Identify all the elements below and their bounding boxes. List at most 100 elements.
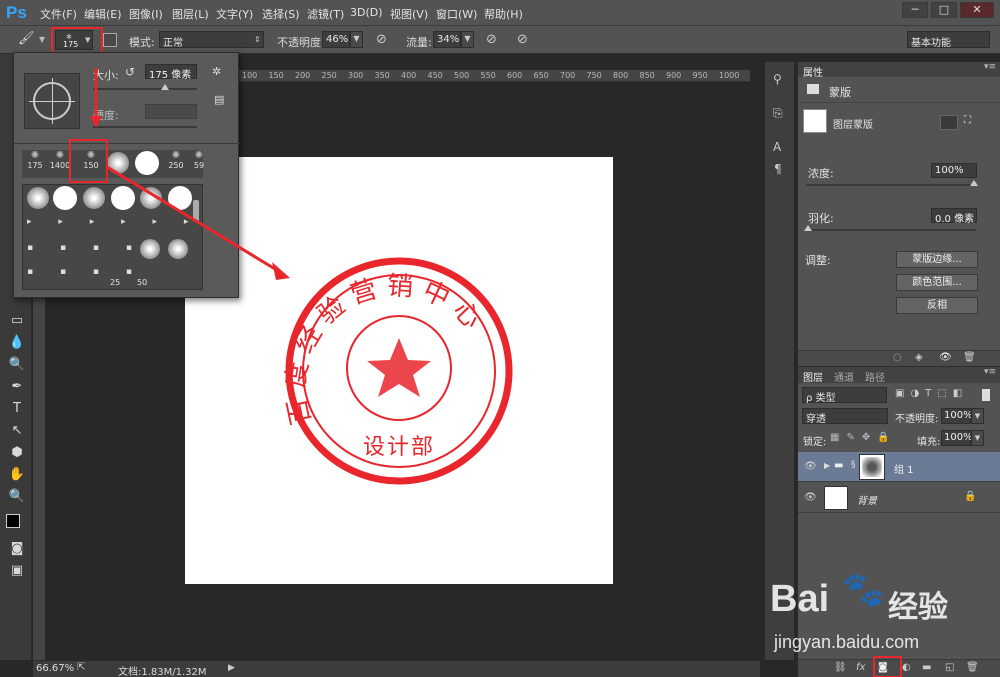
paragraph-panel-icon[interactable]: ¶	[774, 162, 782, 176]
path-select-tool-icon[interactable]: ↖	[7, 422, 27, 440]
fill-input[interactable]: 100%	[941, 430, 973, 446]
feather-slider[interactable]	[806, 229, 976, 231]
layer-opacity-input[interactable]: 100%	[941, 408, 973, 424]
brush-preset-hard-round[interactable]	[135, 151, 159, 175]
brush-preset-item[interactable]	[168, 239, 188, 259]
hand-tool-icon[interactable]: ✋	[7, 466, 27, 484]
gradient-tool-icon[interactable]: ▭	[7, 312, 27, 330]
menu-filter[interactable]: 滤镜(T)	[307, 6, 344, 22]
panel-menu-icon[interactable]: ▾≡	[984, 367, 996, 377]
filter-toggle[interactable]	[982, 389, 990, 401]
brush-preset-soft-round[interactable]	[107, 152, 129, 174]
menu-view[interactable]: 视图(V)	[390, 6, 428, 22]
pressure-opacity-icon[interactable]: ⊘	[376, 32, 392, 48]
menu-select[interactable]: 选择(S)	[262, 6, 300, 22]
feather-slider-thumb[interactable]	[804, 225, 812, 231]
link-layers-icon[interactable]: ⛓	[834, 662, 847, 673]
flow-input[interactable]: 34%	[433, 31, 461, 48]
close-button[interactable]: ✕	[960, 2, 994, 18]
pen-tool-icon[interactable]: ✒	[7, 378, 27, 396]
brush-preset-item[interactable]	[53, 186, 77, 210]
brush-panel-toggle-icon[interactable]	[103, 33, 117, 47]
opacity-input[interactable]: 46%	[322, 31, 350, 48]
size-input[interactable]: 175 像素	[145, 64, 197, 81]
panel-menu-icon[interactable]: ▾≡	[984, 62, 996, 72]
new-layer-icon[interactable]: ◱	[945, 662, 954, 673]
load-selection-icon[interactable]: ◌	[893, 352, 902, 363]
size-slider-thumb[interactable]	[161, 84, 169, 90]
mode-select[interactable]: 正常	[159, 31, 264, 49]
brush-preset-item[interactable]	[140, 239, 160, 259]
delete-mask-icon[interactable]: 🗑	[963, 352, 976, 363]
zoom-level[interactable]: 66.67%	[36, 663, 74, 674]
opacity-dropdown-icon[interactable]: ▼	[350, 31, 363, 48]
layer-name[interactable]: 背景	[857, 492, 877, 507]
status-menu-icon[interactable]: ▶	[228, 663, 235, 673]
menu-edit[interactable]: 编辑(E)	[84, 6, 122, 22]
density-input[interactable]: 100%	[931, 163, 977, 178]
density-slider[interactable]	[806, 184, 976, 186]
mask-edge-button[interactable]: 蒙版边缘...	[896, 251, 978, 268]
shape-tool-icon[interactable]: ⬢	[7, 444, 27, 462]
type-tool-icon[interactable]: T	[7, 400, 27, 418]
apply-mask-icon[interactable]: ◈	[915, 352, 923, 363]
hardness-slider[interactable]	[93, 126, 197, 128]
feather-input[interactable]: 0.0 像素	[931, 208, 977, 225]
history-panel-icon[interactable]: ⚲	[773, 72, 782, 86]
brush-preset-picker[interactable]: ✱ 175 ▼	[55, 30, 93, 50]
adjustment-layer-icon[interactable]: ◐	[902, 662, 911, 673]
pressure-size-icon[interactable]: ⊘	[517, 32, 533, 48]
brush-preset-59[interactable]: ✺ 59	[188, 150, 210, 170]
blur-tool-icon[interactable]: 💧	[7, 334, 27, 352]
select-pixel-mask-button[interactable]	[940, 115, 958, 130]
workspace-select[interactable]: 基本功能	[907, 31, 990, 49]
invert-button[interactable]: 反相	[896, 297, 978, 314]
maximize-button[interactable]: □	[931, 2, 957, 18]
panel-settings-icon[interactable]: ✲	[212, 65, 221, 78]
brush-preset-175[interactable]: ✺ 175	[24, 150, 46, 170]
fill-dropdown-icon[interactable]: ▼	[971, 430, 984, 446]
add-mask-icon[interactable]: ◙	[878, 662, 888, 673]
menu-window[interactable]: 窗口(W)	[436, 6, 477, 22]
lock-icons[interactable]: ▦✎✥🔒	[830, 432, 897, 443]
brush-preset-item[interactable]	[140, 187, 162, 209]
layer-opacity-dropdown-icon[interactable]: ▼	[971, 408, 984, 424]
dodge-tool-icon[interactable]: 🔍	[7, 356, 27, 374]
airbrush-icon[interactable]: ⊘	[486, 32, 502, 48]
screen-mode-icon[interactable]: ▣	[7, 562, 27, 580]
brush-preset-item[interactable]	[27, 187, 49, 209]
menu-type[interactable]: 文字(Y)	[216, 6, 253, 22]
tool-preset-dropdown-icon[interactable]: ▼	[39, 35, 47, 45]
menu-layer[interactable]: 图层(L)	[172, 6, 209, 22]
brush-preset-150[interactable]: ✺ 150	[80, 150, 102, 170]
new-preset-icon[interactable]: ▤	[214, 93, 224, 106]
layer-row-group1[interactable]: 👁 ▶ ▬ § 组 1	[798, 452, 1000, 482]
quick-mask-icon[interactable]: ◙	[7, 540, 27, 558]
brush-tool-icon[interactable]: 🖌	[18, 31, 38, 49]
tab-properties[interactable]: 属性	[803, 64, 823, 79]
new-group-icon[interactable]: ▬	[922, 662, 931, 673]
reset-icon[interactable]: ↺	[125, 65, 135, 79]
brush-preset-item[interactable]	[168, 186, 192, 210]
hardness-input[interactable]	[145, 104, 197, 119]
color-range-button[interactable]: 颜色范围...	[896, 274, 978, 291]
link-icon[interactable]: §	[851, 460, 856, 470]
layer-mask-thumbnail[interactable]	[859, 454, 885, 480]
expand-arrow-icon[interactable]: ▶	[824, 461, 830, 470]
visibility-icon[interactable]: 👁	[804, 461, 817, 472]
tab-channels[interactable]: 通道	[834, 369, 854, 384]
share-icon[interactable]: ⇱	[77, 662, 85, 673]
brush-preset-item[interactable]	[111, 186, 135, 210]
blend-mode-select[interactable]: 穿透	[802, 408, 888, 425]
menu-3d[interactable]: 3D(D)	[350, 6, 383, 19]
size-slider[interactable]	[93, 88, 197, 90]
visibility-icon[interactable]: 👁	[939, 352, 952, 363]
actions-panel-icon[interactable]: ⎘	[773, 106, 783, 121]
density-slider-thumb[interactable]	[970, 180, 978, 186]
layer-row-background[interactable]: 👁 背景 🔒	[798, 483, 1000, 513]
menu-help[interactable]: 帮助(H)	[484, 6, 523, 22]
foreground-color-swatch[interactable]	[6, 514, 20, 528]
tab-layers[interactable]: 图层	[803, 369, 823, 384]
zoom-tool-icon[interactable]: 🔍	[7, 488, 27, 506]
visibility-icon[interactable]: 👁	[804, 492, 817, 503]
